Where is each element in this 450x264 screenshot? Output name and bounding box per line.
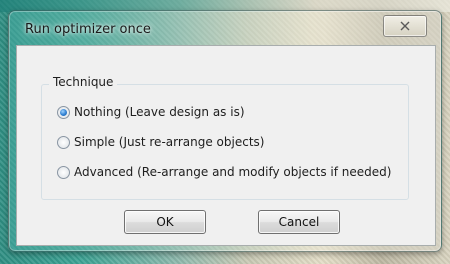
radio-option-simple[interactable]: Simple (Just re-arrange objects)	[57, 133, 264, 151]
cancel-button[interactable]: Cancel	[258, 210, 340, 234]
radio-label-simple: Simple (Just re-arrange objects)	[74, 135, 265, 149]
technique-group-label: Technique	[49, 75, 118, 89]
dialog-client-area: Technique Nothing (Leave design as is) S…	[16, 45, 436, 246]
radio-button-checked[interactable]	[57, 105, 70, 119]
radio-button[interactable]	[57, 165, 70, 179]
radio-option-advanced[interactable]: Advanced (Re-arrange and modify objects …	[57, 163, 391, 181]
title-bar[interactable]: Run optimizer once	[9, 11, 441, 41]
radio-option-nothing[interactable]: Nothing (Leave design as is)	[57, 103, 245, 121]
radio-label-nothing: Nothing (Leave design as is)	[74, 105, 245, 119]
window-title: Run optimizer once	[25, 22, 151, 37]
radio-label-advanced: Advanced (Re-arrange and modify objects …	[74, 165, 392, 179]
close-icon	[400, 21, 410, 31]
radio-button[interactable]	[57, 135, 70, 149]
optimizer-dialog: Run optimizer once Technique Nothing (Le…	[8, 10, 442, 252]
ok-button[interactable]: OK	[124, 210, 206, 234]
close-button[interactable]	[383, 15, 427, 37]
